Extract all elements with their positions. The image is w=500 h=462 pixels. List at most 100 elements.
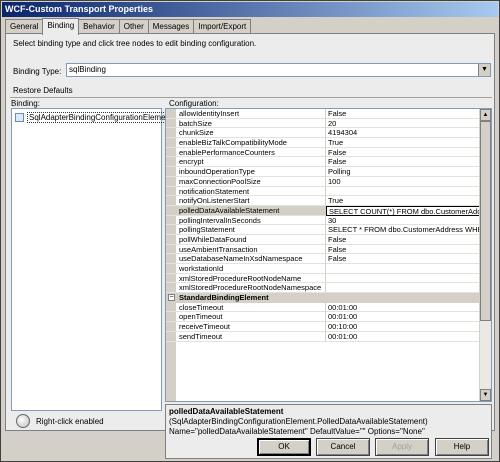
tree-item-label: SqlAdapterBindingConfigurationElement	[27, 112, 175, 123]
property-name: enablePerformanceCounters	[166, 147, 326, 158]
property-row[interactable]: encrypt False	[166, 157, 480, 168]
property-row[interactable]: pollingIntervalInSeconds 30	[166, 215, 480, 226]
tab-behavior[interactable]: Behavior	[78, 19, 120, 34]
property-row[interactable]: pollWhileDataFound False	[166, 234, 480, 245]
property-name: notifyOnListenerStart	[166, 196, 326, 206]
property-name: maxConnectionPoolSize	[166, 176, 326, 187]
divider	[10, 97, 492, 98]
description-line2: Name="polledDataAvailableStatement" Defa…	[169, 427, 425, 436]
property-row[interactable]: useDatabaseNameInXsdNamespace False	[166, 254, 480, 264]
property-value[interactable]: False	[326, 254, 480, 264]
property-row[interactable]: enableBizTalkCompatibilityMode True	[166, 138, 480, 148]
property-row[interactable]: inboundOperationType Polling	[166, 167, 480, 177]
property-name: openTimeout	[166, 312, 326, 323]
tab-strip: General Binding Behavior Other Messages …	[5, 18, 252, 35]
cancel-button[interactable]: Cancel	[316, 438, 370, 456]
property-name: enableBizTalkCompatibilityMode	[166, 138, 326, 148]
property-grid[interactable]: allowIdentityInsert False batchSize 20 chunk…	[165, 108, 492, 402]
property-row[interactable]: sendTimeout 00:01:00	[166, 331, 480, 342]
property-row[interactable]: enablePerformanceCounters False	[166, 147, 480, 158]
property-value[interactable]: 4194304	[326, 128, 480, 139]
property-row[interactable]: workstationId	[166, 264, 480, 274]
collapse-icon[interactable]: −	[168, 294, 175, 302]
property-name: pollWhileDataFound	[166, 234, 326, 245]
scroll-up-icon[interactable]: ▲	[480, 109, 491, 121]
property-row[interactable]: notifyOnListenerStart True	[166, 196, 480, 206]
property-value[interactable]: 30	[326, 216, 480, 226]
right-click-text: Right-click enabled	[36, 416, 104, 426]
property-row[interactable]: chunkSize 4194304	[166, 128, 480, 139]
property-name: pollingStatement	[166, 225, 326, 235]
binding-type-label: Binding Type:	[13, 67, 62, 76]
binding-type-value: sqlBinding	[69, 65, 106, 74]
binding-tree[interactable]: SqlAdapterBindingConfigurationElement	[11, 108, 175, 411]
property-value[interactable]: 20	[326, 119, 480, 129]
category-name: − StandardBindingElement	[166, 293, 480, 303]
property-value[interactable]: 00:10:00	[326, 322, 480, 332]
property-name: batchSize	[166, 118, 326, 129]
property-value[interactable]	[326, 264, 480, 274]
property-value[interactable]: 00:01:00	[326, 303, 480, 313]
property-value[interactable]	[326, 187, 480, 197]
binding-panel: Select binding type and click tree nodes…	[5, 33, 495, 459]
property-value[interactable]: 00:01:00	[326, 312, 480, 323]
property-value[interactable]: SELECT COUNT(*) FROM dbo.CustomerAddress	[326, 205, 480, 216]
tab-general[interactable]: General	[5, 19, 44, 34]
apply-button[interactable]: Apply	[375, 438, 429, 456]
property-value[interactable]: False	[326, 235, 480, 245]
window-title: WCF-Custom Transport Properties	[2, 2, 498, 17]
property-row[interactable]: closeTimeout 00:01:00	[166, 302, 480, 313]
property-row[interactable]: xmlStoredProcedureRootNodeName	[166, 273, 480, 284]
property-name: inboundOperationType	[166, 167, 326, 177]
help-button[interactable]: Help	[435, 438, 489, 456]
binding-type-select[interactable]: sqlBinding ▼	[66, 63, 491, 77]
property-row[interactable]: allowIdentityInsert False	[166, 109, 480, 119]
property-value[interactable]	[326, 274, 480, 284]
property-row[interactable]: batchSize 20	[166, 118, 480, 129]
property-row[interactable]: pollingStatement SELECT * FROM dbo.Custom…	[166, 225, 480, 235]
restore-defaults-button[interactable]: Restore Defaults	[13, 86, 73, 95]
property-value[interactable]: False	[326, 109, 480, 119]
scroll-down-icon[interactable]: ▼	[480, 389, 491, 401]
property-name: receiveTimeout	[166, 322, 326, 332]
binding-pane-label: Binding:	[11, 99, 40, 108]
chevron-down-icon[interactable]: ▼	[478, 64, 490, 76]
property-value[interactable]: SELECT * FROM dbo.CustomerAddress WHERE …	[326, 225, 480, 235]
property-row[interactable]: openTimeout 00:01:00	[166, 312, 480, 323]
category-row[interactable]: − StandardBindingElement	[166, 293, 480, 303]
tab-import-export[interactable]: Import/Export	[193, 19, 252, 34]
property-value[interactable]: 100	[326, 177, 480, 187]
ok-button[interactable]: OK	[257, 438, 311, 456]
property-value[interactable]	[326, 283, 480, 294]
property-row[interactable]: useAmbientTransaction False	[166, 244, 480, 255]
property-value[interactable]: False	[326, 157, 480, 168]
property-rows: allowIdentityInsert False batchSize 20 chunk…	[166, 109, 480, 342]
property-row[interactable]: notificationStatement	[166, 186, 480, 197]
property-row[interactable]: xmlStoredProcedureRootNodeNamespace	[166, 283, 480, 294]
property-name: xmlStoredProcedureRootNodeNamespace	[166, 283, 326, 294]
property-name: useDatabaseNameInXsdNamespace	[166, 254, 326, 264]
property-value[interactable]: True	[326, 196, 480, 206]
property-value[interactable]: False	[326, 148, 480, 158]
right-click-hint: Right-click enabled	[16, 414, 104, 428]
grid-scrollbar[interactable]: ▲ ▼	[479, 109, 491, 401]
scroll-thumb[interactable]	[480, 121, 491, 321]
property-name: allowIdentityInsert	[166, 109, 326, 119]
tab-other[interactable]: Other	[118, 19, 149, 34]
property-row[interactable]: receiveTimeout 00:10:00	[166, 322, 480, 332]
description-line1: (SqlAdapterBindingConfigurationElement.P…	[169, 417, 428, 426]
property-value[interactable]: False	[326, 245, 480, 255]
property-name: useAmbientTransaction	[166, 244, 326, 255]
property-value[interactable]: True	[326, 138, 480, 148]
property-value[interactable]: Polling	[326, 167, 480, 177]
property-row[interactable]: maxConnectionPoolSize 100	[166, 176, 480, 187]
tab-binding[interactable]: Binding	[42, 18, 80, 35]
property-row[interactable]: polledDataAvailableStatement SELECT COUNT…	[166, 205, 480, 216]
property-name: xmlStoredProcedureRootNodeName	[166, 273, 326, 284]
hint-text: Select binding type and click tree nodes…	[13, 39, 257, 48]
property-value[interactable]: 00:01:00	[326, 332, 480, 342]
tab-messages[interactable]: Messages	[147, 19, 195, 34]
tree-item-sqladapter-binding[interactable]: SqlAdapterBindingConfigurationElement	[15, 112, 175, 123]
property-name: workstationId	[166, 264, 326, 274]
mouse-icon	[16, 414, 30, 428]
